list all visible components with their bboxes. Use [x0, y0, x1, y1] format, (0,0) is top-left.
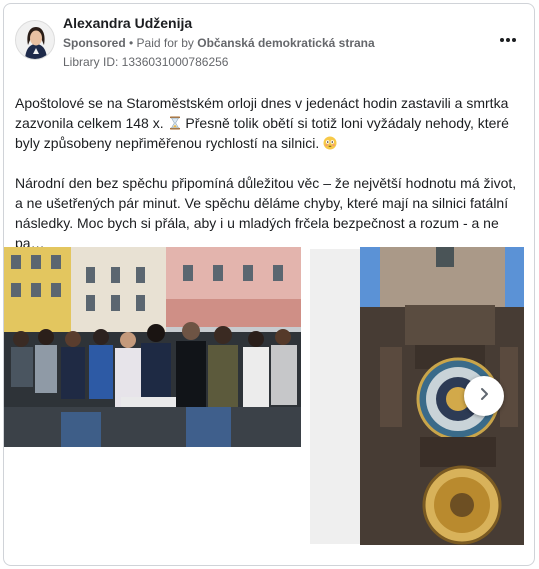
hourglass-icon — [168, 115, 182, 130]
meta-separator: • — [125, 36, 137, 50]
flushed-face-icon — [323, 135, 337, 150]
carousel-spacer — [310, 249, 360, 544]
sponsored-line: Sponsored • Paid for by Občanská demokra… — [63, 36, 375, 50]
carousel-next-button[interactable] — [464, 376, 504, 416]
advertiser-name[interactable]: Alexandra Udženija — [63, 15, 192, 31]
post-paragraph-2: Národní den bez spěchu připomíná důležit… — [15, 175, 517, 251]
more-horizontal-icon — [500, 38, 516, 42]
more-options-button[interactable] — [496, 32, 520, 48]
library-id: Library ID: 1336031000786256 — [63, 55, 229, 69]
carousel-image-tourists[interactable] — [4, 247, 301, 447]
sponsored-label: Sponsored — [63, 36, 126, 50]
avatar[interactable] — [15, 20, 55, 60]
image-carousel[interactable] — [4, 245, 534, 547]
ad-card: Alexandra Udženija Sponsored • Paid for … — [3, 3, 535, 566]
post-paragraph-1: Apoštolové se na Staroměstském orloji dn… — [15, 93, 527, 153]
payer-name[interactable]: Občanská demokratická strana — [197, 36, 374, 50]
paid-for-label: Paid for by — [136, 36, 198, 50]
chevron-right-icon — [476, 386, 492, 407]
